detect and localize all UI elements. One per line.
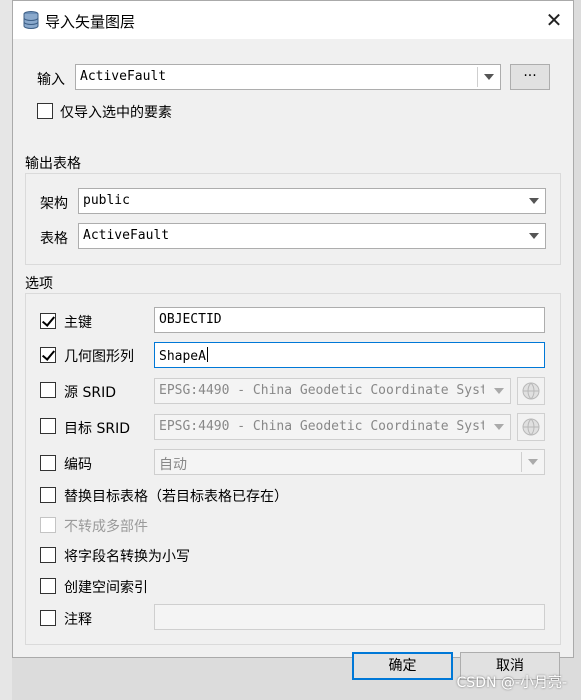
selected-only-checkbox[interactable] <box>37 103 53 119</box>
window-title: 导入矢量图层 <box>45 13 136 31</box>
schema-combo[interactable]: public <box>78 188 546 214</box>
schema-label: 架构 <box>40 196 68 212</box>
source-srid-label: 源 SRID <box>64 385 116 401</box>
no-multipart-label: 不转成多部件 <box>64 519 148 535</box>
source-srid-value: EPSG:4490 - China Geodetic Coordinate Sy… <box>159 383 484 398</box>
spatial-index-label: 创建空间索引 <box>64 580 148 596</box>
globe-icon <box>522 418 540 436</box>
table-label: 表格 <box>40 231 68 247</box>
replace-table-checkbox[interactable] <box>40 487 56 503</box>
selected-only-label: 仅导入选中的要素 <box>60 105 172 121</box>
replace-table-label: 替换目标表格（若目标表格已存在） <box>64 489 288 505</box>
target-srid-checkbox[interactable] <box>40 418 56 434</box>
encoding-checkbox[interactable] <box>40 455 56 471</box>
source-srid-combo[interactable]: EPSG:4490 - China Geodetic Coordinate Sy… <box>154 378 511 404</box>
background-window <box>0 0 12 700</box>
encoding-label: 编码 <box>64 457 92 473</box>
chevron-down-icon[interactable] <box>478 65 500 89</box>
comment-label: 注释 <box>64 612 92 628</box>
globe-icon <box>522 382 540 400</box>
target-crs-selector-button[interactable] <box>517 413 545 441</box>
lowercase-fields-label: 将字段名转换为小写 <box>64 549 190 565</box>
source-srid-checkbox[interactable] <box>40 382 56 398</box>
comment-checkbox[interactable] <box>40 610 56 626</box>
close-icon[interactable]: ✕ <box>543 9 565 31</box>
geometry-column-value: ShapeA <box>159 349 206 364</box>
import-vector-layer-dialog: 导入矢量图层 ✕ 输入 ActiveFault ··· 仅导入选中的要素 输出表… <box>12 0 574 658</box>
encoding-value: 自动 <box>159 457 187 473</box>
chevron-down-icon[interactable] <box>488 415 510 439</box>
table-value: ActiveFault <box>83 228 170 243</box>
output-table-group <box>25 173 561 265</box>
input-layer-value: ActiveFault <box>80 69 167 84</box>
geometry-column-checkbox[interactable] <box>40 347 56 363</box>
geometry-column-input[interactable]: ShapeA <box>154 342 545 368</box>
encoding-combo[interactable]: 自动 <box>154 449 545 475</box>
target-srid-value: EPSG:4490 - China Geodetic Coordinate Sy… <box>159 419 484 434</box>
schema-value: public <box>83 193 130 208</box>
target-srid-label: 目标 SRID <box>64 421 130 437</box>
output-table-section-label: 输出表格 <box>25 156 81 172</box>
chevron-down-icon[interactable] <box>523 224 545 248</box>
geometry-column-label: 几何图形列 <box>64 349 134 365</box>
comment-input[interactable] <box>154 604 545 630</box>
primary-key-value: OBJECTID <box>159 312 222 327</box>
spatial-index-checkbox[interactable] <box>40 578 56 594</box>
database-icon <box>21 10 41 30</box>
chevron-down-icon[interactable] <box>523 189 545 213</box>
primary-key-checkbox[interactable] <box>40 313 56 329</box>
watermark: CSDN @-小月亮- <box>456 675 567 691</box>
text-caret <box>206 347 208 362</box>
chevron-down-icon[interactable] <box>488 379 510 403</box>
ok-button[interactable]: 确定 <box>352 652 453 680</box>
browse-button[interactable]: ··· <box>510 64 550 90</box>
primary-key-input[interactable]: OBJECTID <box>154 307 545 333</box>
primary-key-label: 主键 <box>64 315 92 331</box>
target-srid-combo[interactable]: EPSG:4490 - China Geodetic Coordinate Sy… <box>154 414 511 440</box>
input-layer-combo[interactable]: ActiveFault <box>75 64 501 90</box>
table-combo[interactable]: ActiveFault <box>78 223 546 249</box>
chevron-down-icon[interactable] <box>522 450 544 474</box>
source-crs-selector-button[interactable] <box>517 377 545 405</box>
input-label: 输入 <box>37 72 65 88</box>
lowercase-fields-checkbox[interactable] <box>40 547 56 563</box>
options-section-label: 选项 <box>25 276 53 292</box>
no-multipart-checkbox[interactable] <box>40 517 56 533</box>
title-bar: 导入矢量图层 ✕ <box>13 1 573 39</box>
